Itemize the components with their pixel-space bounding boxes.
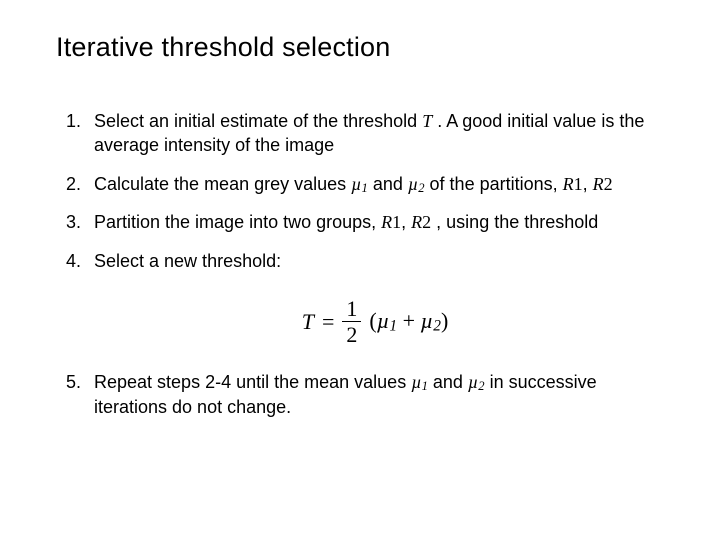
R-glyph: R: [563, 174, 574, 194]
symbol-T: T: [422, 111, 432, 131]
step3-text-a: Partition the image into two groups,: [94, 212, 381, 232]
symbol-mu1: µ1: [351, 174, 368, 194]
symbol-R2: R2: [411, 212, 431, 232]
step-list: Select an initial estimate of the thresh…: [56, 109, 664, 419]
num-1: 1: [392, 212, 401, 232]
step3-text-b: , using the threshold: [431, 212, 598, 232]
paren-close: ): [441, 308, 448, 333]
paren-open: (: [369, 308, 376, 333]
mu-glyph: µ: [411, 372, 421, 392]
sub-1: 1: [389, 317, 397, 334]
symbol-mu1: µ1: [411, 372, 428, 392]
fraction-den: 2: [342, 323, 361, 346]
num-2: 2: [604, 174, 613, 194]
symbol-mu2: µ2: [421, 308, 441, 333]
list-item: Partition the image into two groups, R1,…: [86, 210, 656, 234]
step2-and: and: [368, 174, 408, 194]
mu-glyph: µ: [377, 308, 390, 333]
list-item: Repeat steps 2-4 until the mean values µ…: [86, 370, 656, 419]
symbol-mu1: µ1: [377, 308, 397, 333]
formula-lhs: T: [302, 307, 314, 337]
symbol-R1: R1: [563, 174, 583, 194]
symbol-R2: R2: [593, 174, 613, 194]
R-glyph: R: [593, 174, 604, 194]
fraction: 1 2: [342, 297, 361, 346]
symbol-mu2: µ2: [468, 372, 485, 392]
mu-glyph: µ: [408, 174, 418, 194]
step5-and: and: [428, 372, 468, 392]
formula-eq: =: [322, 307, 334, 337]
mu-glyph: µ: [468, 372, 478, 392]
list-item: Calculate the mean grey values µ1 and µ2…: [86, 172, 656, 197]
symbol-R1: R1: [381, 212, 401, 232]
formula-plus: +: [397, 308, 420, 333]
formula: T = 1 2 (µ1 + µ2): [94, 297, 656, 346]
step2-text-b: of the partitions,: [425, 174, 563, 194]
fraction-num: 1: [342, 297, 361, 320]
list-item: Select a new threshold: T = 1 2 (µ1 + µ2…: [86, 249, 656, 346]
list-item: Select an initial estimate of the thresh…: [86, 109, 656, 158]
step4-text: Select a new threshold:: [94, 251, 281, 271]
mu-glyph: µ: [421, 308, 434, 333]
mu-glyph: µ: [351, 174, 361, 194]
formula-rhs: (µ1 + µ2): [369, 306, 448, 337]
step2-text-a: Calculate the mean grey values: [94, 174, 351, 194]
R-glyph: R: [381, 212, 392, 232]
step2-sep: ,: [583, 174, 593, 194]
step3-sep: ,: [401, 212, 411, 232]
step5-text-a: Repeat steps 2-4 until the mean values: [94, 372, 411, 392]
sub-2: 2: [433, 317, 441, 334]
step1-text-a: Select an initial estimate of the thresh…: [94, 111, 422, 131]
symbol-mu2: µ2: [408, 174, 425, 194]
slide: Iterative threshold selection Select an …: [0, 0, 720, 540]
R-glyph: R: [411, 212, 422, 232]
page-title: Iterative threshold selection: [56, 32, 664, 63]
num-2: 2: [422, 212, 431, 232]
num-1: 1: [574, 174, 583, 194]
